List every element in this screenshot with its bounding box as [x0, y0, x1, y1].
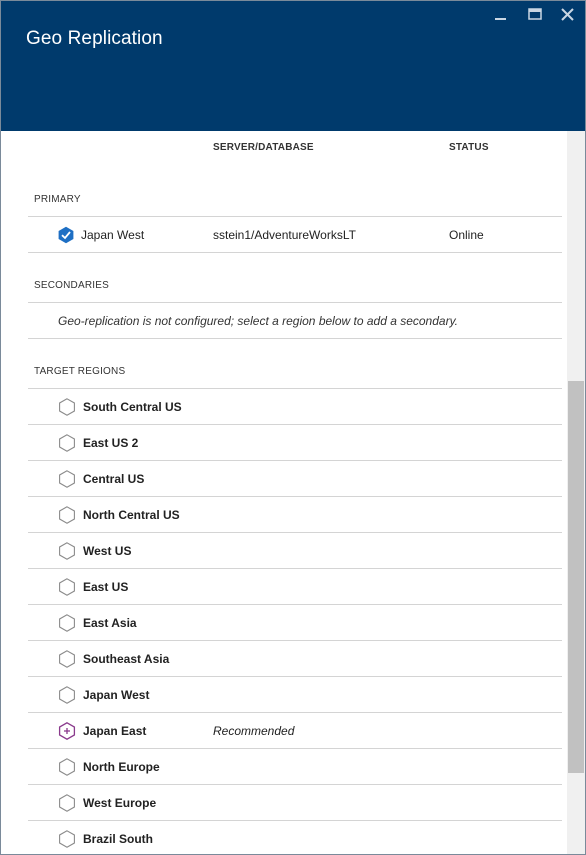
- target-region-row[interactable]: North Central US: [28, 497, 562, 533]
- hexagon-icon: [59, 398, 75, 416]
- scrollbar-thumb[interactable]: [568, 381, 584, 773]
- target-region-name: North Europe: [83, 760, 160, 774]
- recommended-label: Recommended: [213, 724, 295, 738]
- primary-server-database: sstein1/AdventureWorksLT: [213, 228, 356, 242]
- target-region-name: Japan East: [83, 724, 147, 738]
- target-region-row[interactable]: Japan West: [28, 677, 562, 713]
- blade-header: Geo Replication: [1, 1, 585, 131]
- maximize-icon: [528, 8, 542, 20]
- hexagon-icon: [59, 794, 75, 812]
- target-region-name: East Asia: [83, 616, 137, 630]
- target-region-name: West Europe: [83, 796, 157, 810]
- target-region-row[interactable]: East US: [28, 569, 562, 605]
- hexagon-icon: [59, 686, 75, 704]
- hexagon-icon: [59, 758, 75, 776]
- divider: [28, 302, 562, 303]
- close-icon: [561, 8, 574, 21]
- close-button[interactable]: [557, 5, 579, 25]
- target-region-row[interactable]: Central US: [28, 461, 562, 497]
- maximize-button[interactable]: [524, 5, 546, 25]
- recommended-hexagon-icon: [58, 722, 76, 740]
- hexagon-icon: [59, 434, 75, 452]
- target-region-row[interactable]: Japan East Recommended: [28, 713, 562, 749]
- checkmark-hexagon-icon: [58, 226, 74, 244]
- hexagon-icon: [59, 470, 75, 488]
- target-region-name: Central US: [83, 472, 145, 486]
- target-region-name: North Central US: [83, 508, 180, 522]
- blade-title: Geo Replication: [26, 28, 163, 49]
- divider: [28, 338, 562, 339]
- target-region-name: East US: [83, 580, 129, 594]
- hexagon-icon: [59, 506, 75, 524]
- geo-replication-blade: Geo Replication SERVER/DATABASE STATUS P…: [0, 0, 586, 855]
- column-header-server-database: SERVER/DATABASE: [213, 142, 314, 153]
- target-region-row[interactable]: West US: [28, 533, 562, 569]
- section-label-target-regions: TARGET REGIONS: [34, 366, 126, 377]
- target-region-row[interactable]: North Europe: [28, 749, 562, 785]
- divider: [28, 252, 562, 253]
- target-region-row[interactable]: West Europe: [28, 785, 562, 821]
- hexagon-icon: [59, 578, 75, 596]
- target-region-name: West US: [83, 544, 132, 558]
- minimize-icon: [495, 18, 506, 20]
- hexagon-icon: [59, 542, 75, 560]
- target-region-name: Japan West: [83, 688, 150, 702]
- target-region-row[interactable]: East US 2: [28, 425, 562, 461]
- target-region-row[interactable]: Southeast Asia: [28, 641, 562, 677]
- section-label-secondaries: SECONDARIES: [34, 280, 109, 291]
- target-region-name: Brazil South: [83, 832, 154, 846]
- column-header-status: STATUS: [449, 142, 489, 153]
- target-region-row[interactable]: South Central US: [28, 389, 562, 425]
- target-region-row[interactable]: Brazil South: [28, 821, 562, 854]
- hexagon-icon: [59, 830, 75, 848]
- section-label-primary: PRIMARY: [34, 194, 81, 205]
- primary-region-name: Japan West: [81, 228, 145, 242]
- secondaries-empty-message: Geo-replication is not configured; selec…: [58, 314, 459, 328]
- hexagon-icon: [59, 650, 75, 668]
- primary-row[interactable]: Japan West sstein1/AdventureWorksLT Onli…: [28, 217, 562, 253]
- target-region-name: Southeast Asia: [83, 652, 170, 666]
- vertical-scrollbar[interactable]: [567, 131, 585, 854]
- primary-status: Online: [449, 228, 484, 242]
- hexagon-icon: [59, 614, 75, 632]
- minimize-button[interactable]: [490, 5, 512, 25]
- target-region-name: East US 2: [83, 436, 139, 450]
- target-region-name: South Central US: [83, 400, 182, 414]
- target-region-row[interactable]: East Asia: [28, 605, 562, 641]
